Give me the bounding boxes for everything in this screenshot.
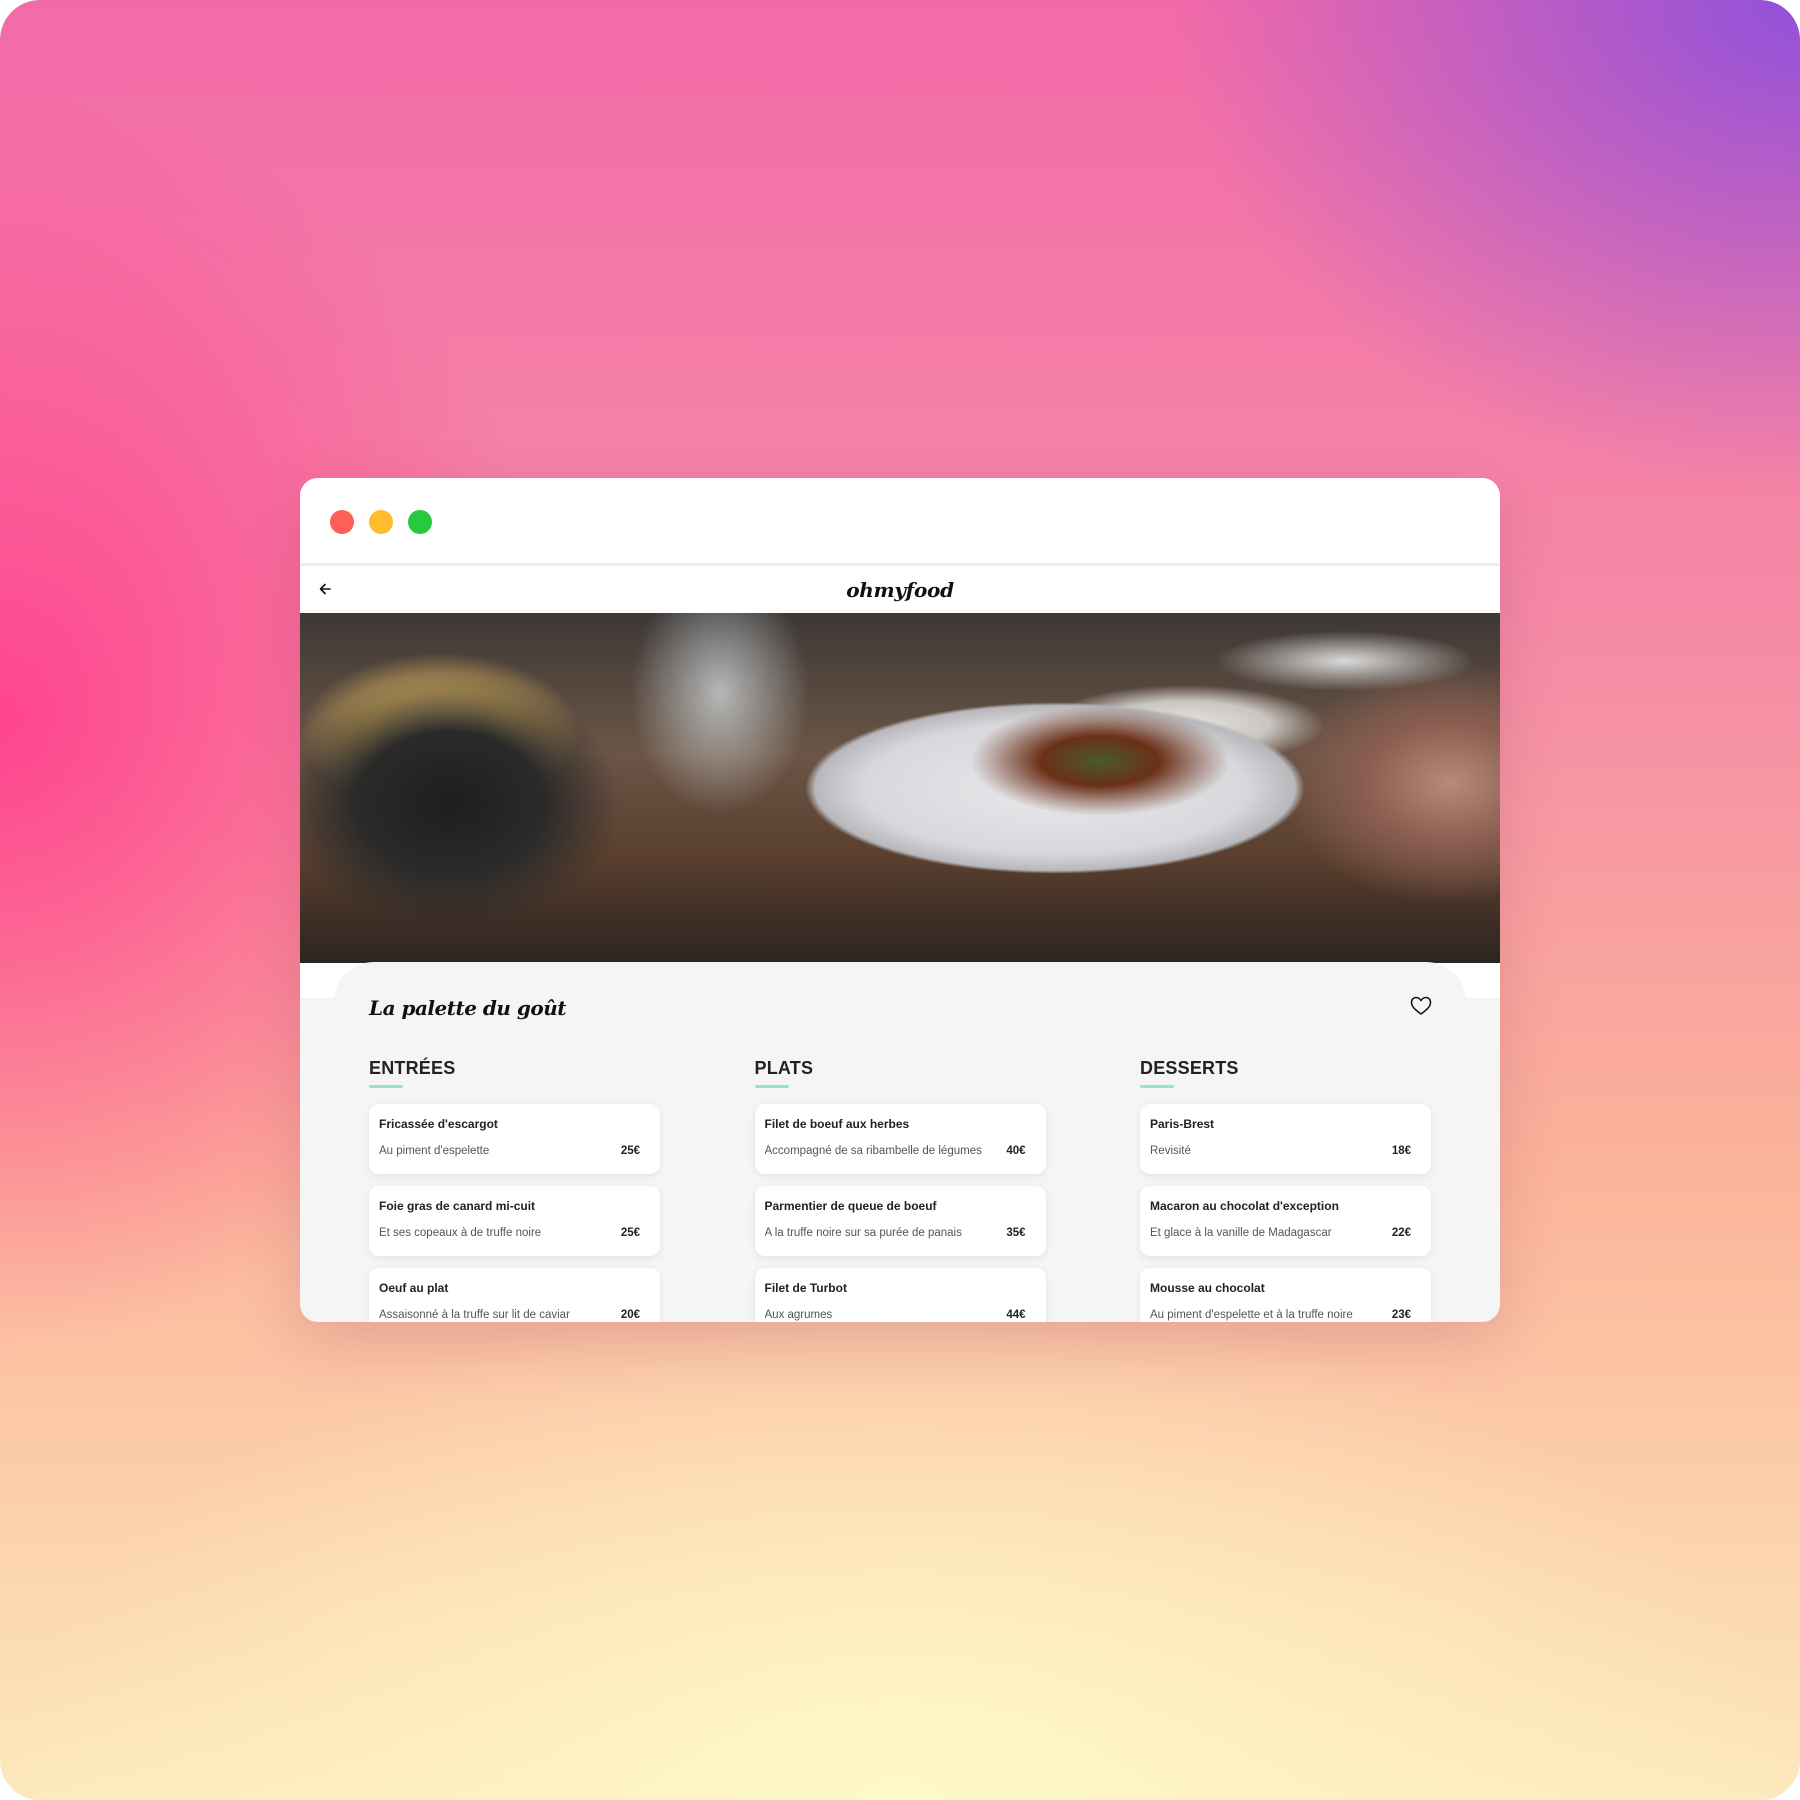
dish-description: Et glace à la vanille de Madagascar [1150,1227,1332,1239]
dish-name: Filet de boeuf aux herbes [764,1117,910,1131]
dish-name: Mousse au chocolat [1150,1281,1265,1295]
window-titlebar [300,478,1500,566]
dish-name: Oeuf au plat [379,1281,449,1295]
dish-description: Assaisonné à la truffe sur lit de caviar [379,1309,570,1321]
dish-description: Au piment d'espelette [379,1145,490,1157]
dish-price: 25€ [620,1145,640,1157]
dish-card[interactable]: Parmentier de queue de boeuf A la truffe … [754,1186,1046,1256]
dish-card[interactable]: Mousse au chocolat Au piment d'espelette … [1140,1268,1431,1322]
dish-price: 20€ [620,1309,640,1321]
dish-name: Parmentier de queue de boeuf [764,1199,937,1213]
dish-card[interactable]: Foie gras de canard mi-cuit Et ses copeau… [369,1186,660,1256]
app-header: ohmyfood [300,566,1500,613]
dish-details: Et glace à la vanille de Madagascar 22€ [1150,1226,1411,1240]
restaurant-title: La palette du goût [369,996,567,1020]
dish-price: 18€ [1391,1145,1411,1157]
maximize-window-button[interactable] [408,510,432,534]
section-title: DESSERTS [1140,1058,1239,1078]
dish-price: 23€ [1391,1309,1411,1321]
dish-details: Au piment d'espelette 25€ [379,1144,640,1158]
heart-icon[interactable] [1410,996,1432,1016]
menu-section-plats: PLATS Filet de boeuf aux herbes Accompagné… [754,1057,1046,1322]
dish-card[interactable]: Paris-Brest Revisité 18€ [1140,1104,1431,1174]
section-underline [1140,1085,1174,1088]
dish-card[interactable]: Filet de boeuf aux herbes Accompagné de s… [754,1104,1046,1174]
dish-card[interactable]: Oeuf au plat Assaisonné à la truffe sur l… [369,1268,660,1322]
restaurant-hero-image [300,613,1500,963]
dish-description: Au piment d'espelette et à la truffe noi… [1150,1309,1353,1321]
dish-description: Aux agrumes [764,1309,833,1321]
dish-details: Assaisonné à la truffe sur lit de caviar… [379,1308,640,1322]
menu-columns: ENTRÉES Fricassée d'escargot Au piment d'e… [369,1057,1431,1322]
arrow-left-icon[interactable] [314,578,336,600]
dish-card[interactable]: Fricassée d'escargot Au piment d'espelett… [369,1104,660,1174]
dish-details: Revisité 18€ [1150,1144,1411,1158]
dish-description: Accompagné de sa ribambelle de légumes [764,1145,982,1157]
dish-price: 35€ [1006,1227,1026,1239]
ohmyfood-logo[interactable]: ohmyfood [846,578,954,602]
dish-name: Foie gras de canard mi-cuit [379,1199,536,1213]
dish-price: 22€ [1391,1227,1411,1239]
section-title: ENTRÉES [369,1058,456,1078]
dish-name: Paris-Brest [1150,1117,1215,1131]
dish-details: Accompagné de sa ribambelle de légumes 40… [765,1144,1026,1158]
dish-card[interactable]: Filet de Turbot Aux agrumes 44€ [754,1268,1046,1322]
section-underline [754,1085,789,1088]
dish-name: Fricassée d'escargot [379,1117,498,1131]
section-underline [369,1085,403,1088]
dish-details: Et ses copeaux à de truffe noire 25€ [379,1226,640,1240]
dish-details: Aux agrumes 44€ [765,1308,1026,1322]
dish-price: 40€ [1006,1145,1026,1157]
menu-section-entrees: ENTRÉES Fricassée d'escargot Au piment d'e… [369,1057,660,1322]
close-window-button[interactable] [330,510,354,534]
minimize-window-button[interactable] [369,510,393,534]
dish-name: Macaron au chocolat d'exception [1150,1199,1339,1213]
dish-price: 25€ [620,1227,640,1239]
browser-window: ohmyfood La palette du goût ENTRÉES Frica… [300,478,1500,1322]
dish-price: 44€ [1006,1309,1026,1321]
dish-description: Et ses copeaux à de truffe noire [379,1227,542,1239]
menu-panel: La palette du goût ENTRÉES Fricassée d'es… [334,962,1466,1322]
dish-details: A la truffe noire sur sa purée de panais… [765,1226,1026,1240]
dish-card[interactable]: Macaron au chocolat d'exception Et glace … [1140,1186,1431,1256]
dish-details: Au piment d'espelette et à la truffe noi… [1150,1308,1411,1322]
dish-name: Filet de Turbot [764,1281,847,1295]
section-title: PLATS [754,1058,814,1078]
menu-section-desserts: DESSERTS Paris-Brest Revisité 18€ Macaron au… [1140,1057,1431,1322]
dish-description: A la truffe noire sur sa purée de panais [764,1227,962,1239]
dish-description: Revisité [1150,1145,1191,1157]
